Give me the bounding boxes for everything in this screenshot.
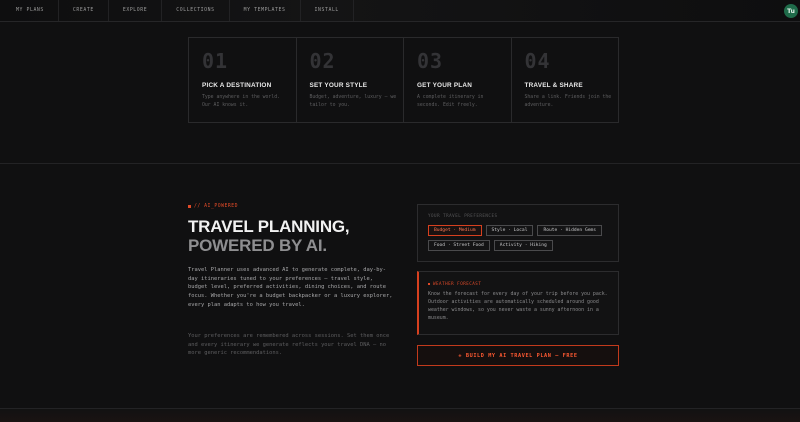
build-plan-button[interactable]: + BUILD MY AI TRAVEL PLAN — FREE: [417, 345, 619, 366]
step-card: 03 GET YOUR PLAN A complete itinerary in…: [404, 38, 512, 122]
user-avatar[interactable]: Tu: [784, 4, 798, 18]
section-tag-text: // AI_POWERED: [194, 204, 239, 209]
step-description: Share a link. Friends join the adventure…: [524, 95, 612, 108]
nav-install[interactable]: INSTALL: [301, 0, 354, 21]
feature-description: Travel Planner uses advanced AI to gener…: [188, 267, 393, 308]
top-nav: MY PLANS CREATE EXPLORE COLLECTIONS MY T…: [0, 0, 800, 22]
preference-chip-food[interactable]: Food · Street Food: [428, 240, 490, 251]
weather-card: WEATHER FORECAST Know the forecast for e…: [417, 271, 619, 335]
section-headline: TRAVEL PLANNING, POWERED BY AI.: [188, 217, 350, 255]
weather-title: WEATHER FORECAST: [428, 281, 609, 286]
preference-chips: Budget · Medium Style · Local Route · Hi…: [428, 225, 608, 251]
nav-my-plans[interactable]: MY PLANS: [0, 0, 59, 21]
step-number: 04: [524, 49, 551, 73]
step-description: Type anywhere in the world. Our AI knows…: [202, 95, 280, 108]
preference-chip-route[interactable]: Route · Hidden Gems: [537, 225, 603, 236]
preference-chip-budget[interactable]: Budget · Medium: [428, 225, 482, 236]
step-number: 03: [417, 49, 444, 73]
weather-description: Know the forecast for every day of your …: [428, 291, 608, 321]
section-tag: // AI_POWERED: [188, 204, 238, 209]
weather-title-text: WEATHER FORECAST: [433, 281, 482, 286]
preferences-label: YOUR TRAVEL PREFERENCES: [428, 213, 498, 218]
preference-chip-style[interactable]: Style · Local: [485, 225, 534, 236]
nav-collections[interactable]: COLLECTIONS: [162, 0, 230, 21]
step-card: 04 TRAVEL & SHARE Share a link. Friends …: [512, 38, 619, 122]
preference-chip-activity[interactable]: Activity · Hiking: [493, 240, 553, 251]
step-card: 02 SET YOUR STYLE Budget, adventure, lux…: [297, 38, 404, 122]
square-bullet-icon: [428, 282, 430, 285]
step-title: PICK A DESTINATION: [202, 82, 272, 89]
step-title: SET YOUR STYLE: [309, 82, 368, 89]
nav-my-templates[interactable]: MY TEMPLATES: [230, 0, 301, 21]
step-card: 01 PICK A DESTINATION Type anywhere in t…: [189, 38, 297, 122]
how-it-works-steps: 01 PICK A DESTINATION Type anywhere in t…: [188, 37, 619, 123]
headline-line-1: TRAVEL PLANNING,: [188, 217, 350, 236]
nav-explore[interactable]: EXPLORE: [109, 0, 163, 21]
feature-note: Your preferences are remembered across s…: [188, 333, 390, 357]
step-description: A complete itinerary in seconds. Edit fr…: [417, 95, 484, 108]
nav-create[interactable]: CREATE: [59, 0, 109, 21]
next-section-edge: [0, 408, 800, 422]
headline-line-2: POWERED BY AI.: [188, 236, 327, 255]
square-bullet-icon: [188, 205, 191, 208]
preferences-card: YOUR TRAVEL PREFERENCES Budget · Medium …: [417, 204, 619, 262]
step-number: 01: [202, 49, 229, 73]
step-description: Budget, adventure, luxury — we tailor to…: [309, 95, 397, 108]
section-divider: [0, 163, 800, 164]
step-number: 02: [309, 49, 336, 73]
step-title: GET YOUR PLAN: [417, 82, 473, 89]
step-title: TRAVEL & SHARE: [524, 82, 583, 89]
